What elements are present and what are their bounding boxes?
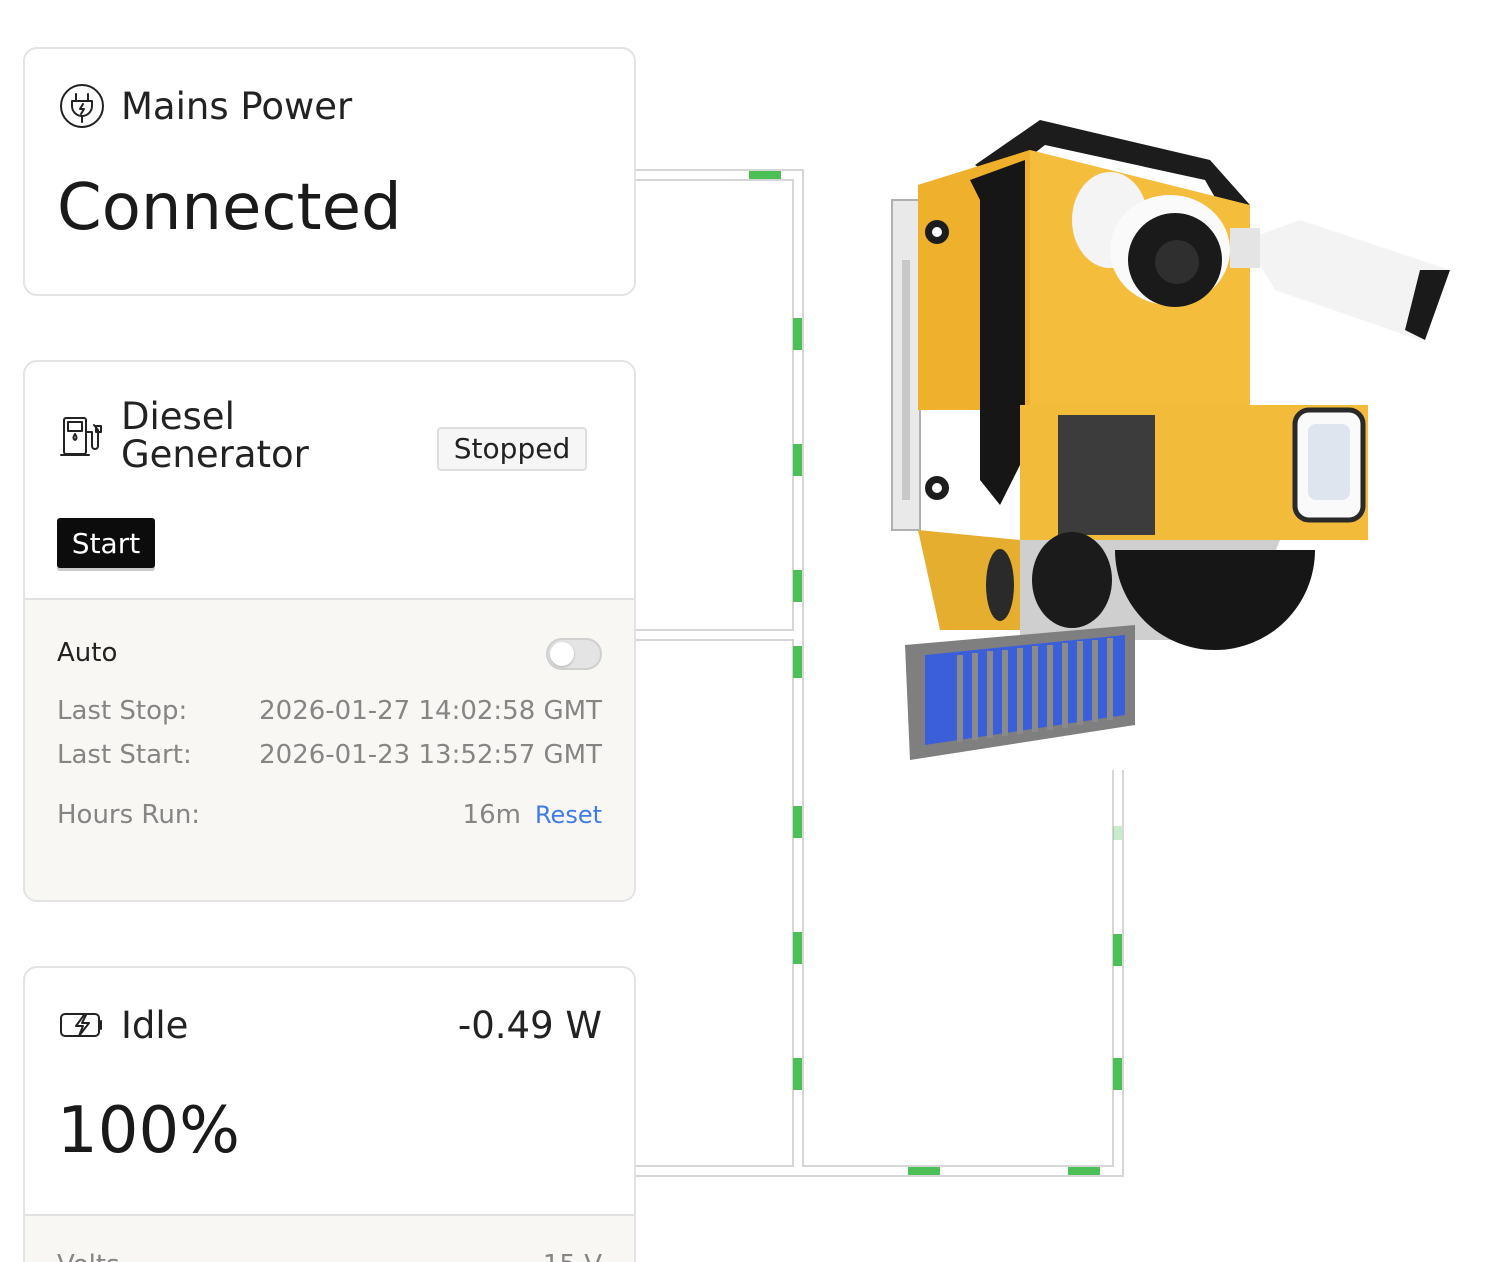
voltage-row: Volts 15 V — [57, 1250, 602, 1262]
mains-title: Mains Power — [121, 84, 353, 128]
flow-dash — [793, 646, 802, 678]
diesel-generator-card: Diesel Generator Stopped Start Auto Last… — [23, 360, 636, 902]
hours-run-row: Hours Run: 16m Reset — [57, 800, 602, 830]
fuel-pump-icon — [57, 411, 107, 461]
last-stop-label: Last Stop: — [57, 696, 188, 726]
generator-details-panel: Auto Last Stop: 2026-01-27 14:02:58 GMT … — [25, 598, 634, 900]
mains-status: Connected — [57, 171, 402, 245]
flow-dash — [793, 444, 802, 476]
flow-dash — [1068, 1167, 1100, 1175]
voltage-value: 15 V — [543, 1250, 602, 1262]
reset-link[interactable]: Reset — [535, 801, 602, 829]
generator-status-badge: Stopped — [437, 427, 587, 471]
hours-run-label: Hours Run: — [57, 800, 201, 830]
last-stop-row: Last Stop: 2026-01-27 14:02:58 GMT — [57, 696, 602, 726]
flow-dash — [793, 806, 802, 838]
flow-dash — [908, 1167, 940, 1175]
flow-dash — [1113, 934, 1122, 966]
device-image — [891, 120, 1450, 760]
start-button[interactable]: Start — [57, 518, 155, 568]
battery-charge: 100% — [57, 1094, 240, 1168]
last-stop-value: 2026-01-27 14:02:58 GMT — [259, 696, 602, 726]
flow-dash — [1113, 1058, 1122, 1090]
flow-dash — [793, 570, 802, 602]
generator-header: Diesel Generator — [57, 398, 381, 474]
flow-dash — [749, 171, 781, 179]
hours-run-value-group: 16m Reset — [463, 800, 602, 830]
hours-run-value: 16m — [462, 800, 521, 830]
battery-card: Idle -0.49 W 100% Volts 15 V — [23, 966, 636, 1262]
battery-header: Idle — [57, 1000, 188, 1050]
voltage-label: Volts — [57, 1250, 120, 1262]
flow-dash — [1113, 826, 1122, 840]
flow-dash — [793, 318, 802, 350]
generator-title: Diesel Generator — [121, 395, 309, 476]
last-start-label: Last Start: — [57, 740, 192, 770]
flow-dash — [793, 1058, 802, 1090]
flow-dash — [793, 932, 802, 964]
battery-bolt-icon — [57, 1000, 107, 1050]
auto-toggle[interactable] — [546, 638, 602, 670]
last-start-row: Last Start: 2026-01-23 13:52:57 GMT — [57, 740, 602, 770]
auto-label: Auto — [57, 638, 118, 668]
mains-power-card: Mains Power Connected — [23, 47, 636, 296]
mains-header: Mains Power — [57, 81, 352, 131]
battery-state: Idle — [121, 1003, 189, 1047]
toggle-knob — [550, 642, 574, 666]
battery-power: -0.49 W — [457, 1004, 602, 1047]
plug-icon — [57, 81, 107, 131]
battery-details-panel: Volts 15 V — [25, 1214, 634, 1262]
last-start-value: 2026-01-23 13:52:57 GMT — [259, 740, 602, 770]
